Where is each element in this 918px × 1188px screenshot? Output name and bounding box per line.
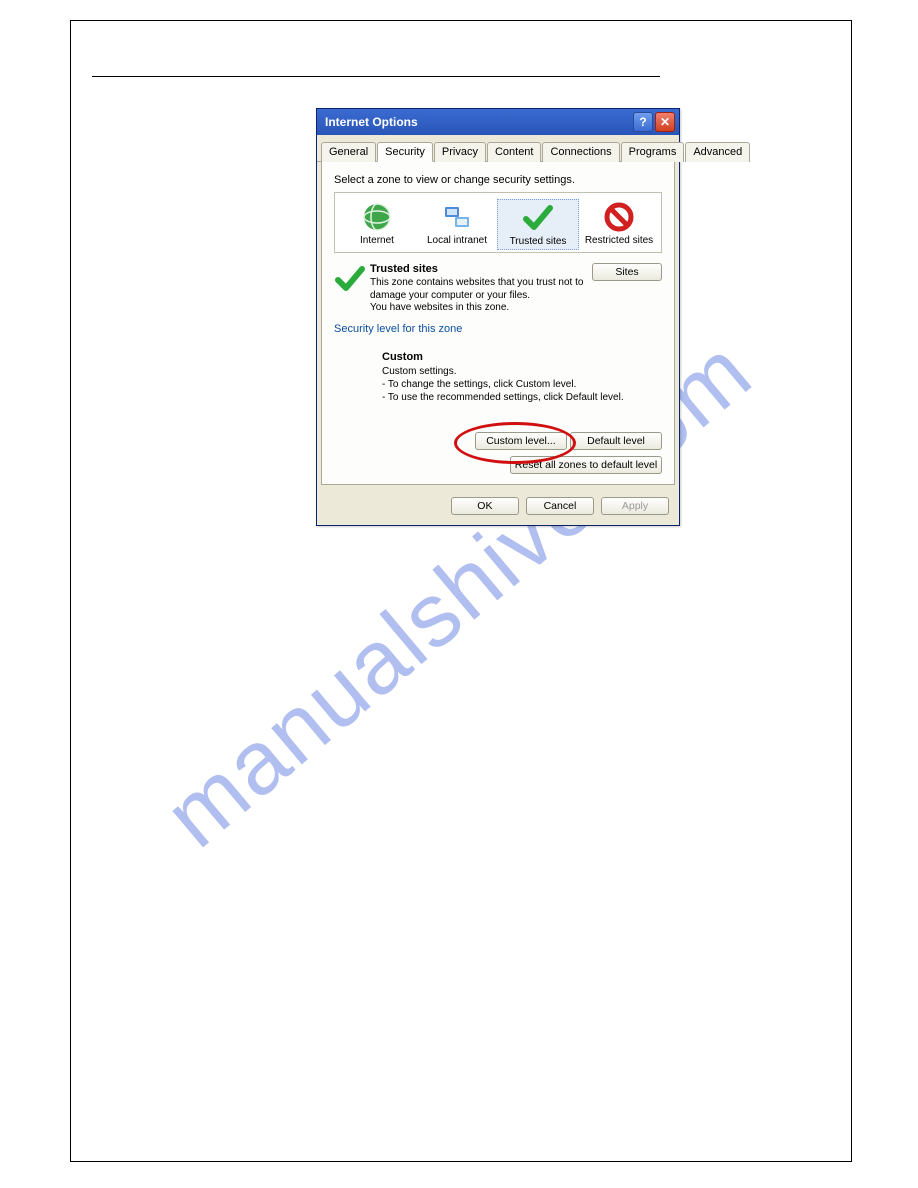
custom-line-1: Custom settings. <box>382 366 456 377</box>
tab-body-security: Select a zone to view or change security… <box>321 162 675 485</box>
horizontal-rule <box>92 76 660 77</box>
tab-programs[interactable]: Programs <box>621 142 685 162</box>
ok-button[interactable]: OK <box>451 497 519 515</box>
tab-content[interactable]: Content <box>487 142 542 162</box>
zone-detail-heading: Trusted sites <box>370 263 588 275</box>
tab-connections[interactable]: Connections <box>542 142 619 162</box>
zone-list: Internet Local intranet Trusted sites Re… <box>334 192 662 253</box>
zone-instruction: Select a zone to view or change security… <box>334 174 662 186</box>
help-button[interactable]: ? <box>633 112 653 132</box>
custom-settings-block: Custom Custom settings. - To change the … <box>382 351 662 404</box>
zone-label: Internet <box>337 235 417 246</box>
zone-label: Restricted sites <box>579 235 659 246</box>
custom-heading: Custom <box>382 351 662 363</box>
tab-security[interactable]: Security <box>377 142 433 162</box>
zone-internet[interactable]: Internet <box>337 199 417 250</box>
zone-local-intranet[interactable]: Local intranet <box>417 199 497 250</box>
tab-privacy[interactable]: Privacy <box>434 142 486 162</box>
default-level-button[interactable]: Default level <box>570 432 662 450</box>
reset-all-zones-button[interactable]: Reset all zones to default level <box>510 456 662 474</box>
cancel-button[interactable]: Cancel <box>526 497 594 515</box>
close-button[interactable]: ✕ <box>655 112 675 132</box>
zone-label: Local intranet <box>417 235 497 246</box>
security-level-link[interactable]: Security level for this zone <box>334 323 462 335</box>
custom-level-button[interactable]: Custom level... <box>475 432 567 450</box>
apply-button[interactable]: Apply <box>601 497 669 515</box>
custom-line-3: - To use the recommended settings, click… <box>382 392 624 403</box>
checkmark-icon <box>334 263 366 295</box>
zone-trusted-sites[interactable]: Trusted sites <box>497 199 579 250</box>
zone-label: Trusted sites <box>498 236 578 247</box>
custom-line-2: - To change the settings, click Custom l… <box>382 379 576 390</box>
internet-options-dialog: Internet Options ? ✕ General Security Pr… <box>316 108 680 526</box>
intranet-icon <box>441 201 473 233</box>
globe-icon <box>361 201 393 233</box>
sites-button[interactable]: Sites <box>592 263 662 281</box>
zone-detail-body-2: You have websites in this zone. <box>370 302 509 313</box>
checkmark-icon <box>522 202 554 234</box>
dialog-buttons: OK Cancel Apply <box>317 491 679 525</box>
tab-strip: General Security Privacy Content Connect… <box>317 135 679 162</box>
titlebar: Internet Options ? ✕ <box>317 109 679 135</box>
tab-advanced[interactable]: Advanced <box>685 142 750 162</box>
dialog-title: Internet Options <box>325 115 418 129</box>
tab-general[interactable]: General <box>321 142 376 162</box>
zone-restricted-sites[interactable]: Restricted sites <box>579 199 659 250</box>
restricted-icon <box>603 201 635 233</box>
zone-detail-row: Trusted sites This zone contains website… <box>334 263 662 315</box>
zone-detail-body-1: This zone contains websites that you tru… <box>370 277 583 301</box>
